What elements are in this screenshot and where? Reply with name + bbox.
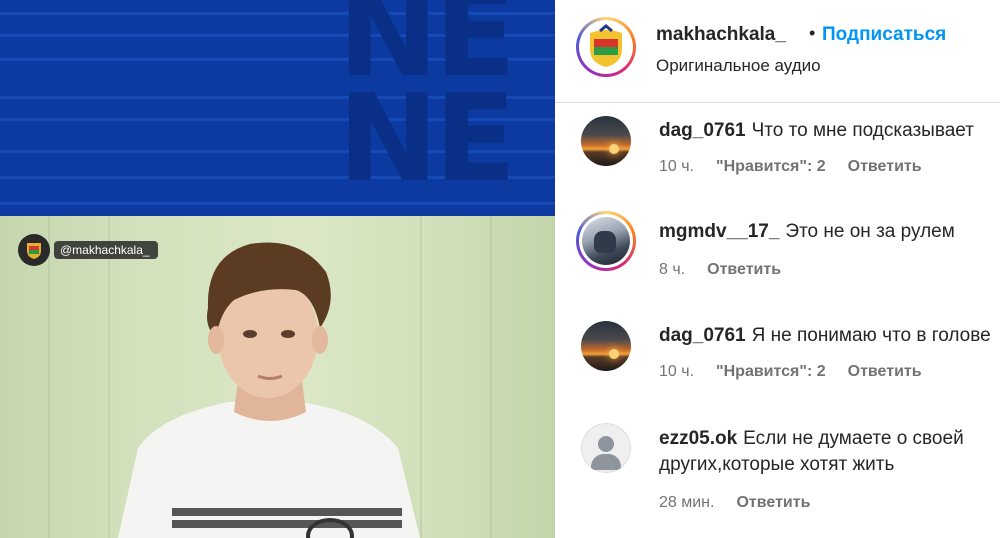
- comment-text: Я не понимаю что в голове: [751, 325, 991, 346]
- coat-of-arms-icon: [582, 23, 630, 71]
- comments-panel: makhachkala_ • Подписаться Оригинальное …: [555, 0, 1000, 538]
- sunset-avatar-icon: [581, 116, 631, 166]
- reply-button[interactable]: Ответить: [736, 494, 810, 512]
- audio-label[interactable]: Оригинальное аудио: [656, 56, 821, 76]
- comment-text-continued: других,которые хотят жить: [659, 454, 895, 475]
- comment-username[interactable]: dag_0761: [659, 325, 746, 346]
- reel-video[interactable]: NE NE @makhachkala_: [0, 0, 555, 538]
- separator-dot: •: [809, 23, 816, 43]
- comment-time: 28 мин.: [659, 494, 715, 511]
- commenter-avatar[interactable]: [581, 116, 631, 166]
- post-header: makhachkala_ • Подписаться Оригинальное …: [555, 0, 1000, 103]
- comment-text: Что то мне подсказывает: [751, 120, 974, 141]
- video-top-blue-panel: NE NE: [0, 0, 555, 216]
- background-letters: NE NE: [338, 0, 516, 209]
- commenter-avatar[interactable]: [581, 423, 631, 473]
- commenter-avatar[interactable]: [576, 211, 636, 271]
- comment-meta: 10 ч. "Нравится": 2 Ответить: [659, 363, 922, 381]
- default-user-icon: [581, 423, 631, 473]
- comment-username[interactable]: dag_0761: [659, 120, 746, 141]
- comment-meta: 8 ч. Ответить: [659, 261, 781, 279]
- comment-username[interactable]: mgmdv__17_: [659, 221, 779, 242]
- watermark-handle: @makhachkala_: [54, 241, 158, 259]
- coat-of-arms-icon: [18, 234, 50, 266]
- comment-username[interactable]: ezz05.ok: [659, 428, 737, 449]
- car-avatar-icon: [582, 217, 630, 265]
- account-avatar[interactable]: [576, 17, 636, 77]
- follow-button[interactable]: Подписаться: [822, 24, 946, 46]
- comment-time: 8 ч.: [659, 261, 686, 278]
- sunset-avatar-icon: [581, 321, 631, 371]
- comment-text: Если не думаете о своей: [743, 428, 964, 449]
- commenter-avatar[interactable]: [581, 321, 631, 371]
- comment-time: 10 ч.: [659, 363, 695, 380]
- watermark: @makhachkala_: [18, 233, 158, 267]
- reply-button[interactable]: Ответить: [707, 261, 781, 279]
- comment-text: Это не он за рулем: [785, 221, 955, 242]
- account-username[interactable]: makhachkala_: [656, 24, 786, 46]
- comment-meta: 28 мин. Ответить: [659, 494, 810, 512]
- comment-time: 10 ч.: [659, 158, 695, 175]
- reply-button[interactable]: Ответить: [848, 363, 922, 381]
- comment-likes[interactable]: "Нравится": 2: [716, 158, 826, 176]
- video-bottom-frame: @makhachkala_: [0, 216, 555, 538]
- comment-likes[interactable]: "Нравится": 2: [716, 363, 826, 381]
- reply-button[interactable]: Ответить: [848, 158, 922, 176]
- comment-meta: 10 ч. "Нравится": 2 Ответить: [659, 158, 922, 176]
